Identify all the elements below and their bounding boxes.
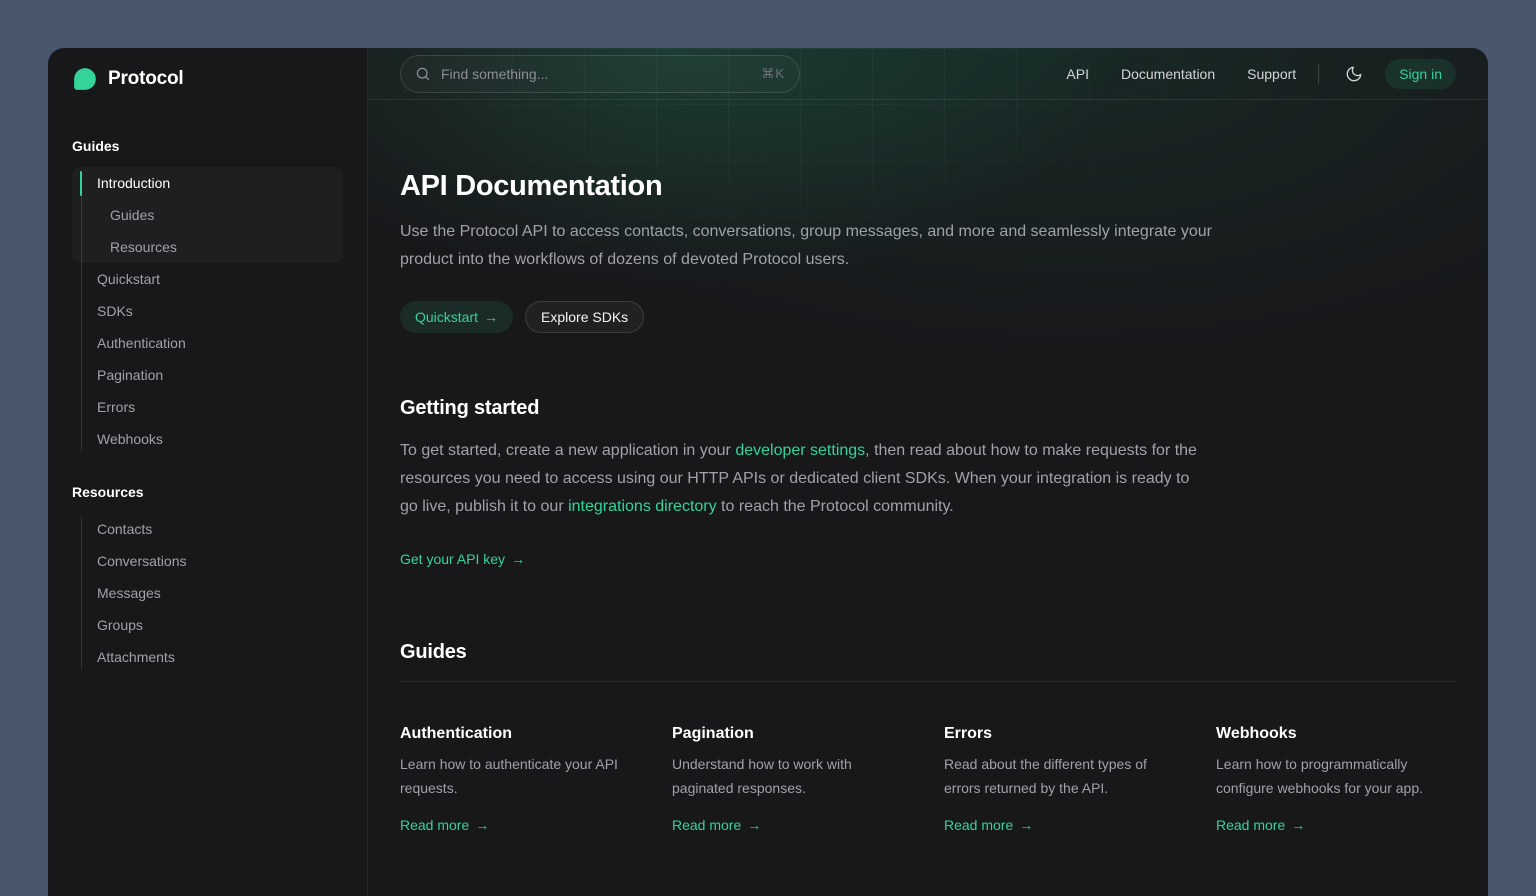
sidebar-item-quickstart[interactable]: Quickstart xyxy=(72,263,343,295)
sidebar-item-groups[interactable]: Groups xyxy=(72,609,343,641)
sidebar-item-webhooks[interactable]: Webhooks xyxy=(72,423,343,455)
sidebar-item-pagination[interactable]: Pagination xyxy=(72,359,343,391)
main-area: ⌘K API Documentation Support Sign in xyxy=(368,48,1488,896)
card-title: Authentication xyxy=(400,725,640,743)
sign-in-button[interactable]: Sign in xyxy=(1385,59,1456,89)
quickstart-button[interactable]: Quickstart → xyxy=(400,301,513,333)
sidebar-item-errors[interactable]: Errors xyxy=(72,391,343,423)
card-title: Pagination xyxy=(672,725,912,743)
arrow-right-icon: → xyxy=(475,817,489,833)
search-icon xyxy=(415,66,431,82)
getting-started-heading: Getting started xyxy=(400,397,1456,420)
arrow-right-icon: → xyxy=(511,551,525,567)
read-more-link[interactable]: Read more → xyxy=(1216,817,1305,833)
sidebar-item-authentication[interactable]: Authentication xyxy=(72,327,343,359)
card-description: Read about the different types of errors… xyxy=(944,752,1184,800)
sidebar-nav-guides: Introduction Guides Resources Quickstart… xyxy=(72,167,343,455)
top-right-nav: API Documentation Support Sign in xyxy=(1066,59,1456,89)
guide-card-authentication: Authentication Learn how to authenticate… xyxy=(400,725,640,835)
get-api-key-label: Get your API key xyxy=(400,551,505,567)
protocol-logo-icon xyxy=(72,66,98,92)
nav-link-api[interactable]: API xyxy=(1066,66,1089,82)
quickstart-button-label: Quickstart xyxy=(415,309,478,325)
arrow-right-icon: → xyxy=(484,309,498,325)
sidebar-item-introduction-guides[interactable]: Guides xyxy=(72,199,343,231)
nav-link-support[interactable]: Support xyxy=(1247,66,1296,82)
sidebar-section-guides: Guides Introduction Guides Resources Qui… xyxy=(72,138,343,455)
card-description: Learn how to authenticate your API reque… xyxy=(400,752,640,800)
moon-icon xyxy=(1345,65,1363,83)
read-more-link[interactable]: Read more → xyxy=(672,817,761,833)
search-shortcut-hint: ⌘K xyxy=(761,66,785,82)
sidebar-item-introduction-resources[interactable]: Resources xyxy=(72,231,343,263)
hero-actions: Quickstart → Explore SDKs xyxy=(400,301,1456,333)
card-description: Understand how to work with paginated re… xyxy=(672,752,912,800)
top-bar: ⌘K API Documentation Support Sign in xyxy=(368,48,1488,100)
guide-card-errors: Errors Read about the different types of… xyxy=(944,725,1184,835)
getting-started-text-1: To get started, create a new application… xyxy=(400,442,735,459)
sidebar: Protocol Guides Introduction Guides Reso… xyxy=(48,48,368,896)
sidebar-item-sdks[interactable]: SDKs xyxy=(72,295,343,327)
arrow-right-icon: → xyxy=(1019,817,1033,833)
arrow-right-icon: → xyxy=(747,817,761,833)
read-more-link[interactable]: Read more → xyxy=(400,817,489,833)
card-description: Learn how to programmatically configure … xyxy=(1216,752,1456,800)
explore-sdks-button-label: Explore SDKs xyxy=(541,309,628,325)
integrations-directory-link[interactable]: integrations directory xyxy=(568,498,717,515)
card-title: Errors xyxy=(944,725,1184,743)
getting-started-paragraph: To get started, create a new application… xyxy=(400,437,1200,521)
explore-sdks-button[interactable]: Explore SDKs xyxy=(525,301,644,333)
sidebar-section-resources: Resources Contacts Conversations Message… xyxy=(72,484,343,673)
sidebar-section-title: Guides xyxy=(72,138,343,154)
search-input[interactable] xyxy=(441,66,751,82)
nav-link-documentation[interactable]: Documentation xyxy=(1121,66,1215,82)
guides-divider xyxy=(400,681,1456,682)
sidebar-item-introduction[interactable]: Introduction xyxy=(72,167,343,199)
top-nav: API Documentation Support xyxy=(1066,66,1296,82)
brand-logo[interactable]: Protocol xyxy=(72,66,343,92)
page-intro: Use the Protocol API to access contacts,… xyxy=(400,218,1236,274)
app-window: Protocol Guides Introduction Guides Reso… xyxy=(48,48,1488,896)
sidebar-item-attachments[interactable]: Attachments xyxy=(72,641,343,673)
sidebar-item-contacts[interactable]: Contacts xyxy=(72,513,343,545)
theme-toggle-button[interactable] xyxy=(1341,61,1367,87)
sidebar-item-messages[interactable]: Messages xyxy=(72,577,343,609)
read-more-link[interactable]: Read more → xyxy=(944,817,1033,833)
developer-settings-link[interactable]: developer settings xyxy=(735,442,865,459)
active-nav-group: Introduction Guides Resources xyxy=(72,167,343,263)
page-title: API Documentation xyxy=(400,170,1456,203)
page-content: API Documentation Use the Protocol API t… xyxy=(368,100,1488,896)
read-more-label: Read more xyxy=(672,817,741,833)
arrow-right-icon: → xyxy=(1291,817,1305,833)
search-bar[interactable]: ⌘K xyxy=(400,55,800,93)
sidebar-item-conversations[interactable]: Conversations xyxy=(72,545,343,577)
guides-grid: Authentication Learn how to authenticate… xyxy=(400,725,1456,835)
guide-card-pagination: Pagination Understand how to work with p… xyxy=(672,725,912,835)
active-indicator xyxy=(80,171,82,196)
sidebar-nav-resources: Contacts Conversations Messages Groups A… xyxy=(72,513,343,673)
get-api-key-link[interactable]: Get your API key → xyxy=(400,551,525,567)
guides-heading: Guides xyxy=(400,641,1456,664)
read-more-label: Read more xyxy=(400,817,469,833)
nav-divider xyxy=(1318,64,1319,84)
sidebar-section-title: Resources xyxy=(72,484,343,500)
read-more-label: Read more xyxy=(1216,817,1285,833)
read-more-label: Read more xyxy=(944,817,1013,833)
guide-card-webhooks: Webhooks Learn how to programmatically c… xyxy=(1216,725,1456,835)
getting-started-text-3: to reach the Protocol community. xyxy=(717,498,954,515)
card-title: Webhooks xyxy=(1216,725,1456,743)
brand-name: Protocol xyxy=(108,68,183,90)
